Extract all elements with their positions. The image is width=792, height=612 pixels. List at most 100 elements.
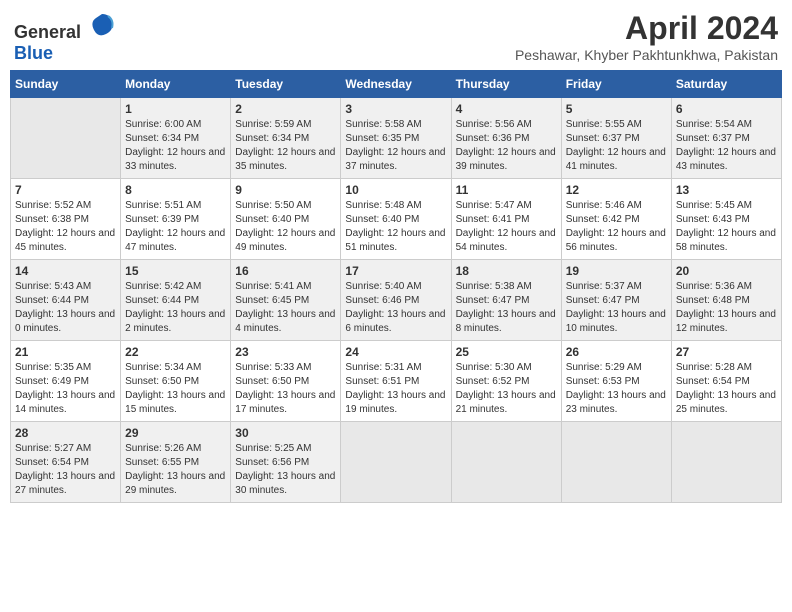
day-detail: Sunrise: 6:00 AMSunset: 6:34 PMDaylight:… (125, 118, 226, 174)
day-number: 3 (345, 102, 446, 116)
day-detail: Sunrise: 5:48 AMSunset: 6:40 PMDaylight:… (345, 199, 446, 255)
calendar-cell (451, 422, 561, 503)
day-detail: Sunrise: 5:46 AMSunset: 6:42 PMDaylight:… (566, 199, 667, 255)
day-detail: Sunrise: 5:50 AMSunset: 6:40 PMDaylight:… (235, 199, 336, 255)
day-detail: Sunrise: 5:43 AMSunset: 6:44 PMDaylight:… (15, 280, 116, 336)
day-detail: Sunrise: 5:52 AMSunset: 6:38 PMDaylight:… (15, 199, 116, 255)
day-number: 15 (125, 264, 226, 278)
day-detail: Sunrise: 5:31 AMSunset: 6:51 PMDaylight:… (345, 361, 446, 417)
day-detail: Sunrise: 5:51 AMSunset: 6:39 PMDaylight:… (125, 199, 226, 255)
day-number: 12 (566, 183, 667, 197)
calendar-cell: 15 Sunrise: 5:42 AMSunset: 6:44 PMDayligh… (121, 260, 231, 341)
calendar-cell: 25 Sunrise: 5:30 AMSunset: 6:52 PMDayligh… (451, 341, 561, 422)
weekday-header-saturday: Saturday (671, 71, 781, 98)
logo-general: General (14, 22, 81, 42)
calendar-cell: 8 Sunrise: 5:51 AMSunset: 6:39 PMDaylight… (121, 179, 231, 260)
calendar-cell: 6Sunrise: 5:54 AMSunset: 6:37 PMDaylight… (671, 98, 781, 179)
weekday-header-friday: Friday (561, 71, 671, 98)
calendar-cell: 18 Sunrise: 5:38 AMSunset: 6:47 PMDayligh… (451, 260, 561, 341)
day-number: 22 (125, 345, 226, 359)
calendar-cell: 1 Sunrise: 6:00 AMSunset: 6:34 PMDaylight… (121, 98, 231, 179)
calendar-cell (341, 422, 451, 503)
day-detail: Sunrise: 5:58 AMSunset: 6:35 PMDaylight:… (345, 118, 446, 174)
logo-text: General Blue (14, 10, 116, 64)
calendar-table: SundayMondayTuesdayWednesdayThursdayFrid… (10, 70, 782, 503)
calendar-cell: 11 Sunrise: 5:47 AMSunset: 6:41 PMDayligh… (451, 179, 561, 260)
logo-blue: Blue (14, 43, 53, 63)
day-number: 29 (125, 426, 226, 440)
day-detail: Sunrise: 5:25 AMSunset: 6:56 PMDaylight:… (235, 442, 336, 498)
day-detail: Sunrise: 5:27 AMSunset: 6:54 PMDaylight:… (15, 442, 116, 498)
day-number: 4 (456, 102, 557, 116)
day-number: 5 (566, 102, 667, 116)
day-number: 27 (676, 345, 777, 359)
calendar-cell: 10 Sunrise: 5:48 AMSunset: 6:40 PMDayligh… (341, 179, 451, 260)
day-detail: Sunrise: 5:56 AMSunset: 6:36 PMDaylight:… (456, 118, 557, 174)
day-number: 19 (566, 264, 667, 278)
calendar-cell: 23 Sunrise: 5:33 AMSunset: 6:50 PMDayligh… (231, 341, 341, 422)
day-detail: Sunrise: 5:29 AMSunset: 6:53 PMDaylight:… (566, 361, 667, 417)
weekday-header-tuesday: Tuesday (231, 71, 341, 98)
page-header: General Blue April 2024 Peshawar, Khyber… (10, 10, 782, 64)
day-detail: Sunrise: 5:42 AMSunset: 6:44 PMDaylight:… (125, 280, 226, 336)
day-number: 30 (235, 426, 336, 440)
calendar-cell: 24 Sunrise: 5:31 AMSunset: 6:51 PMDayligh… (341, 341, 451, 422)
day-detail: Sunrise: 5:28 AMSunset: 6:54 PMDaylight:… (676, 361, 777, 417)
day-detail: Sunrise: 5:33 AMSunset: 6:50 PMDaylight:… (235, 361, 336, 417)
day-number: 6 (676, 102, 777, 116)
calendar-cell: 3 Sunrise: 5:58 AMSunset: 6:35 PMDaylight… (341, 98, 451, 179)
calendar-week-row: 14 Sunrise: 5:43 AMSunset: 6:44 PMDayligh… (11, 260, 782, 341)
day-detail: Sunrise: 5:40 AMSunset: 6:46 PMDaylight:… (345, 280, 446, 336)
day-number: 20 (676, 264, 777, 278)
calendar-week-row: 7Sunrise: 5:52 AMSunset: 6:38 PMDaylight… (11, 179, 782, 260)
weekday-header-thursday: Thursday (451, 71, 561, 98)
calendar-cell: 17Sunrise: 5:40 AMSunset: 6:46 PMDayligh… (341, 260, 451, 341)
weekday-header-monday: Monday (121, 71, 231, 98)
day-number: 23 (235, 345, 336, 359)
day-number: 13 (676, 183, 777, 197)
day-number: 11 (456, 183, 557, 197)
day-number: 8 (125, 183, 226, 197)
calendar-cell (11, 98, 121, 179)
day-detail: Sunrise: 5:55 AMSunset: 6:37 PMDaylight:… (566, 118, 667, 174)
calendar-cell: 26 Sunrise: 5:29 AMSunset: 6:53 PMDayligh… (561, 341, 671, 422)
calendar-cell: 21Sunrise: 5:35 AMSunset: 6:49 PMDayligh… (11, 341, 121, 422)
day-number: 24 (345, 345, 446, 359)
day-detail: Sunrise: 5:30 AMSunset: 6:52 PMDaylight:… (456, 361, 557, 417)
calendar-cell: 2Sunrise: 5:59 AMSunset: 6:34 PMDaylight… (231, 98, 341, 179)
calendar-cell (671, 422, 781, 503)
day-number: 1 (125, 102, 226, 116)
day-number: 14 (15, 264, 116, 278)
day-number: 16 (235, 264, 336, 278)
month-year-title: April 2024 (515, 10, 778, 47)
calendar-cell: 22Sunrise: 5:34 AMSunset: 6:50 PMDayligh… (121, 341, 231, 422)
calendar-week-row: 28 Sunrise: 5:27 AMSunset: 6:54 PMDayligh… (11, 422, 782, 503)
calendar-cell: 16 Sunrise: 5:41 AMSunset: 6:45 PMDayligh… (231, 260, 341, 341)
day-detail: Sunrise: 5:36 AMSunset: 6:48 PMDaylight:… (676, 280, 777, 336)
day-number: 25 (456, 345, 557, 359)
calendar-cell: 7Sunrise: 5:52 AMSunset: 6:38 PMDaylight… (11, 179, 121, 260)
calendar-cell: 30 Sunrise: 5:25 AMSunset: 6:56 PMDayligh… (231, 422, 341, 503)
day-detail: Sunrise: 5:41 AMSunset: 6:45 PMDaylight:… (235, 280, 336, 336)
day-detail: Sunrise: 5:38 AMSunset: 6:47 PMDaylight:… (456, 280, 557, 336)
day-number: 26 (566, 345, 667, 359)
calendar-cell: 5 Sunrise: 5:55 AMSunset: 6:37 PMDaylight… (561, 98, 671, 179)
logo: General Blue (14, 10, 116, 64)
weekday-header-wednesday: Wednesday (341, 71, 451, 98)
day-detail: Sunrise: 5:26 AMSunset: 6:55 PMDaylight:… (125, 442, 226, 498)
calendar-cell: 20 Sunrise: 5:36 AMSunset: 6:48 PMDayligh… (671, 260, 781, 341)
day-number: 18 (456, 264, 557, 278)
calendar-cell: 28 Sunrise: 5:27 AMSunset: 6:54 PMDayligh… (11, 422, 121, 503)
calendar-cell: 27 Sunrise: 5:28 AMSunset: 6:54 PMDayligh… (671, 341, 781, 422)
calendar-cell (561, 422, 671, 503)
title-block: April 2024 Peshawar, Khyber Pakhtunkhwa,… (515, 10, 778, 63)
calendar-cell: 4 Sunrise: 5:56 AMSunset: 6:36 PMDaylight… (451, 98, 561, 179)
day-detail: Sunrise: 5:47 AMSunset: 6:41 PMDaylight:… (456, 199, 557, 255)
day-number: 10 (345, 183, 446, 197)
calendar-cell: 14 Sunrise: 5:43 AMSunset: 6:44 PMDayligh… (11, 260, 121, 341)
calendar-cell: 12 Sunrise: 5:46 AMSunset: 6:42 PMDayligh… (561, 179, 671, 260)
day-number: 28 (15, 426, 116, 440)
calendar-week-row: 21Sunrise: 5:35 AMSunset: 6:49 PMDayligh… (11, 341, 782, 422)
location-subtitle: Peshawar, Khyber Pakhtunkhwa, Pakistan (515, 47, 778, 63)
logo-icon (88, 10, 116, 38)
